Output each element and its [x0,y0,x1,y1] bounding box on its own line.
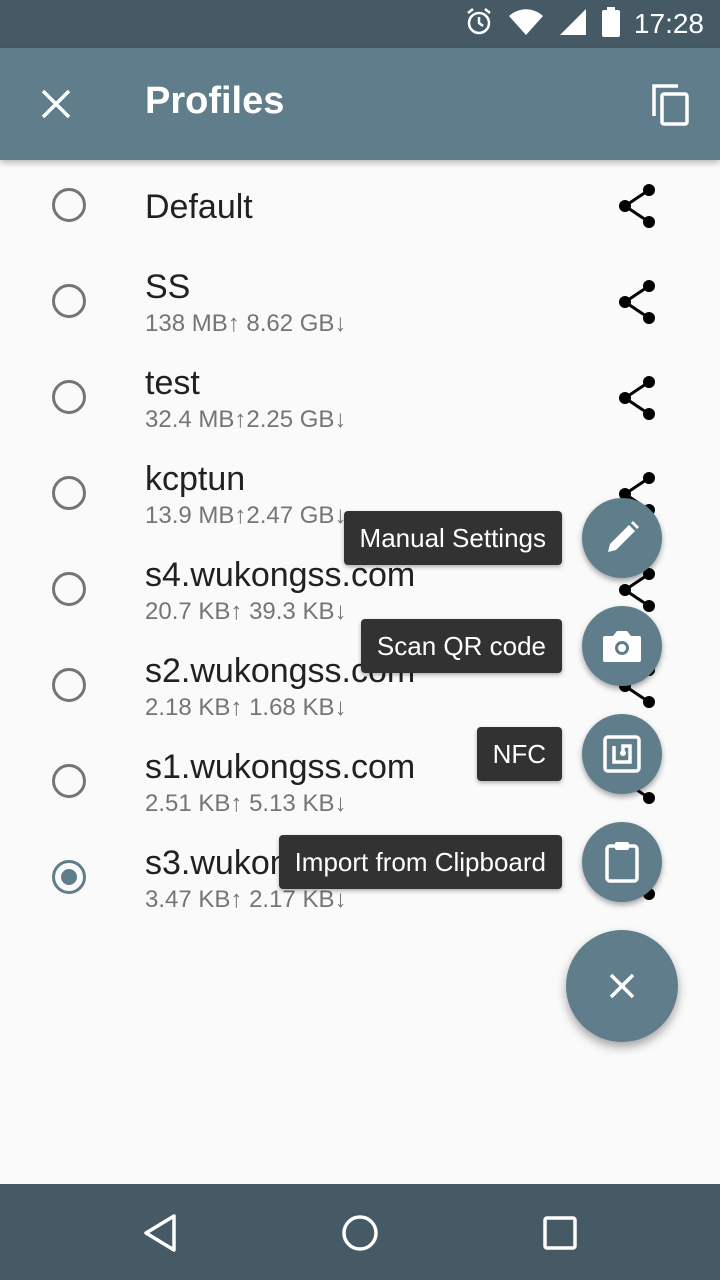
import-clipboard-label[interactable]: Import from Clipboard [278,835,562,889]
profile-name: Default [145,188,253,226]
profile-row[interactable]: test 32.4 MB↑2.25 GB↓ [0,352,720,448]
wifi-icon [508,8,544,41]
nfc-icon [603,735,641,773]
close-fab-menu-button[interactable] [566,930,678,1042]
share-icon [619,376,655,420]
close-icon [41,89,71,119]
profile-traffic: 138 MB↑ 8.62 GB↓ [145,310,347,337]
alarm-icon [464,7,494,42]
profile-traffic: 32.4 MB↑2.25 GB↓ [145,406,347,433]
recents-button[interactable] [535,1208,585,1258]
nfc-label[interactable]: NFC [476,727,562,781]
fab-item-import-clipboard: Import from Clipboard [0,822,720,902]
fab-item-nfc: NFC [0,714,720,794]
navigation-bar [0,1184,720,1280]
radio-button[interactable] [52,284,86,318]
fab-item-scan-qr: Scan QR code [0,606,720,686]
manual-settings-button[interactable] [582,498,662,578]
pencil-icon [608,521,639,552]
share-button[interactable] [612,182,662,232]
profile-name: SS [145,268,191,306]
clipboard-icon [605,842,639,883]
signal-icon [558,7,588,42]
camera-icon [603,631,641,662]
copy-button[interactable] [640,74,700,134]
back-button[interactable] [135,1208,185,1258]
page-title: Profiles [145,80,285,122]
profile-row[interactable]: Default [0,160,720,256]
share-icon [619,280,655,324]
profile-row[interactable]: SS 138 MB↑ 8.62 GB↓ [0,256,720,352]
share-icon [619,184,655,228]
scan-qr-label[interactable]: Scan QR code [360,619,562,673]
radio-button[interactable] [52,380,86,414]
copy-icon [652,84,689,126]
manual-settings-label[interactable]: Manual Settings [343,511,562,565]
fab-item-manual-settings: Manual Settings [0,498,720,578]
status-bar: 17:28 [0,0,720,48]
close-button[interactable] [28,76,84,132]
share-button[interactable] [612,374,662,424]
home-button[interactable] [335,1208,385,1258]
close-icon [609,973,635,999]
home-icon [342,1215,378,1251]
app-bar: Profiles [0,48,720,160]
import-clipboard-button[interactable] [582,822,662,902]
back-icon [144,1214,176,1252]
nfc-button[interactable] [582,714,662,794]
share-button[interactable] [612,278,662,328]
profile-name: test [145,364,200,402]
radio-button[interactable] [52,188,86,222]
status-time: 17:28 [633,8,704,39]
scan-qr-button[interactable] [582,606,662,686]
battery-icon [601,6,620,42]
recents-icon [543,1216,577,1250]
profile-traffic: 2.51 KB↑ 5.13 KB↓ [145,790,347,817]
profile-name: kcptun [145,460,246,498]
